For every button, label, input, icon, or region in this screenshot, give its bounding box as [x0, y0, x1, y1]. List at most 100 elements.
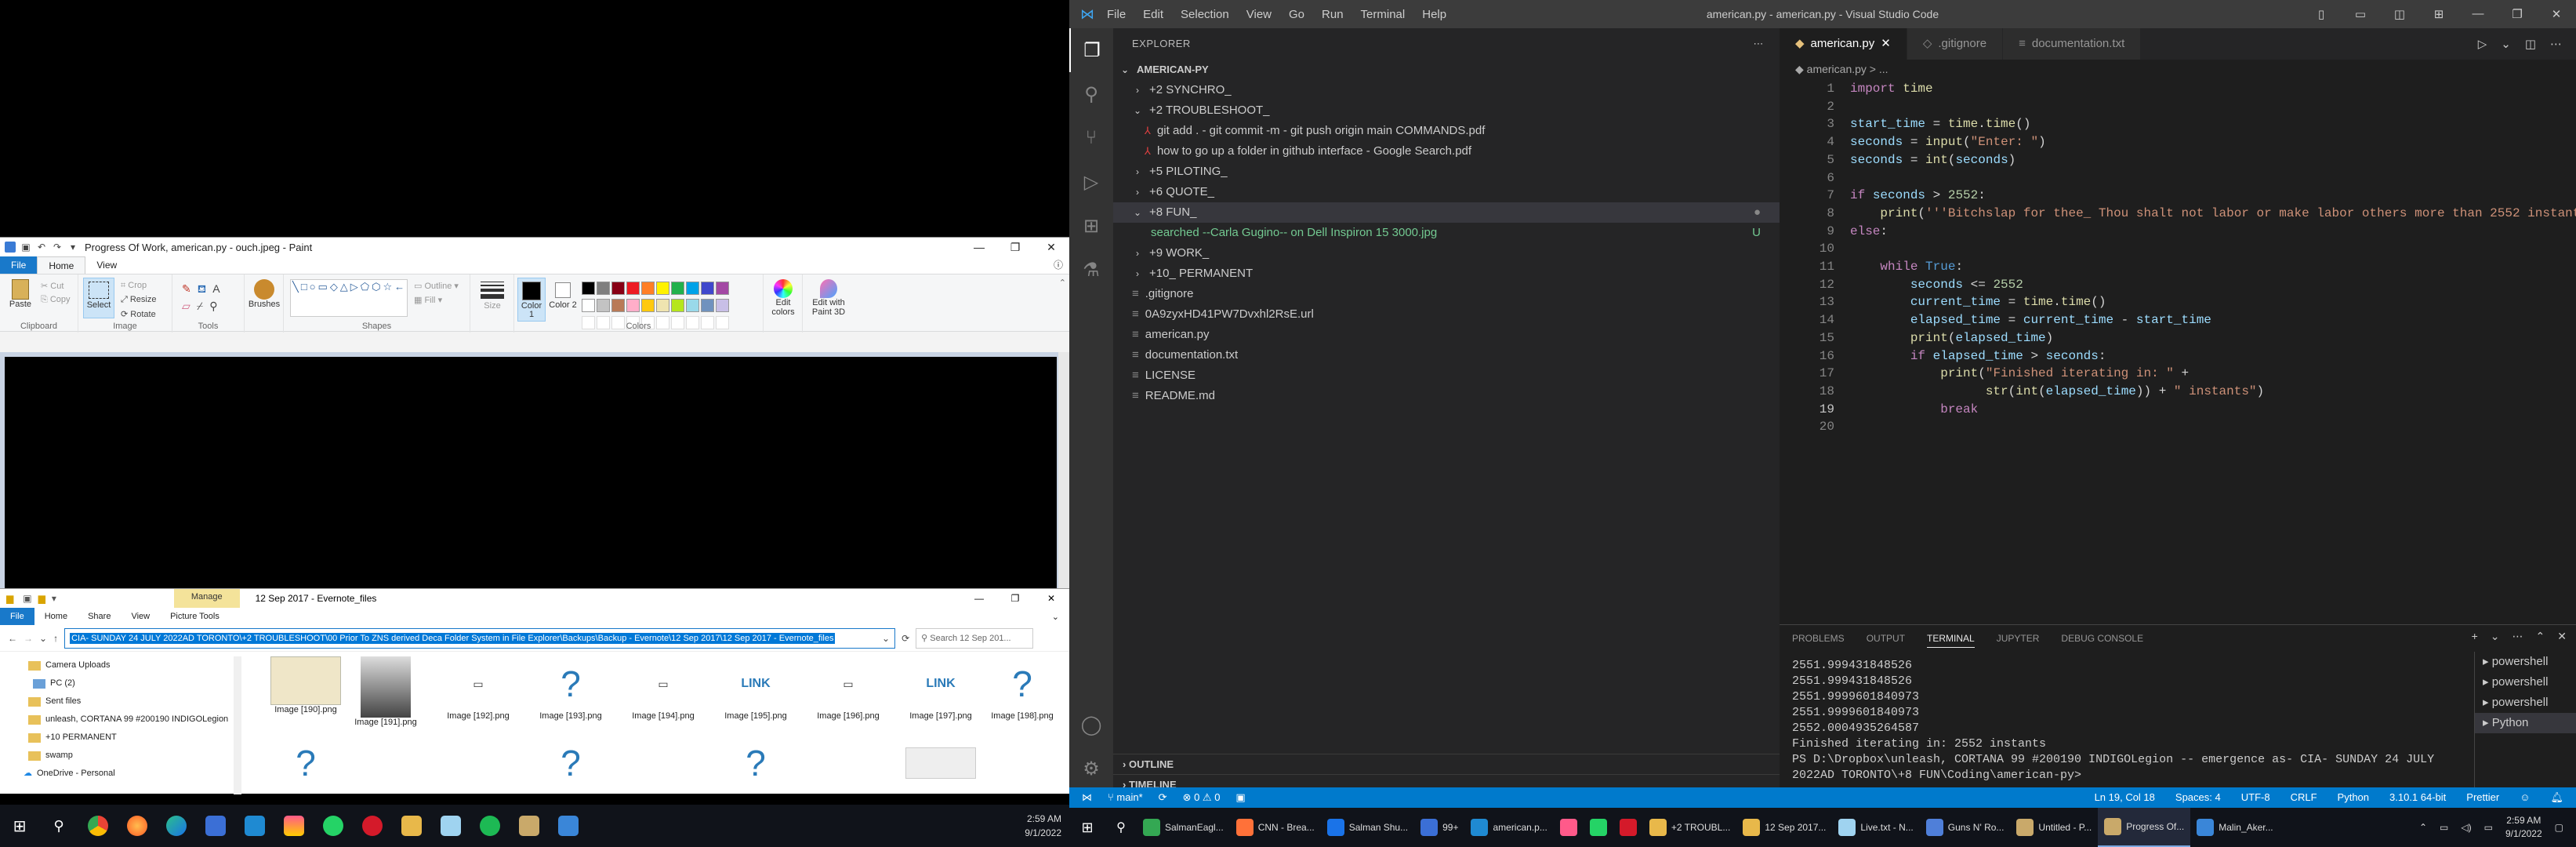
taskbar-window-button[interactable]: Untitled - P... [2010, 808, 2098, 847]
new-terminal-icon[interactable]: + [2472, 630, 2478, 643]
nav-scrollbar[interactable] [234, 656, 241, 794]
tab-home[interactable]: Home [34, 612, 78, 621]
terminal-instance[interactable]: ▸ powershell [2475, 672, 2576, 693]
more-actions-icon[interactable]: ⋯ [2513, 630, 2523, 643]
forward-icon[interactable]: → [24, 633, 33, 644]
close-button[interactable]: ✕ [1033, 241, 1069, 254]
taskbar-window-button[interactable] [1584, 808, 1613, 847]
palette-swatch[interactable] [626, 282, 640, 295]
code-line[interactable]: start_time = time.time() [1850, 115, 2030, 133]
pencil-icon[interactable]: ✎ [182, 282, 198, 295]
tab-view[interactable]: View [85, 256, 128, 274]
fill-dropdown[interactable]: ▦ Fill ▾ [414, 295, 442, 305]
palette-swatch[interactable] [671, 299, 684, 312]
color2-button[interactable]: Color 2 [549, 278, 577, 310]
nav-item-pc[interactable]: PC (2) [0, 674, 235, 693]
code-line[interactable]: print('''Bitchslap for thee_ Thou shalt … [1850, 205, 2576, 223]
code-line[interactable]: print("Finished iterating in: " + [1850, 365, 2189, 383]
cut-button[interactable]: ✂ Cut [41, 281, 63, 291]
code-line[interactable]: while True: [1850, 258, 1963, 276]
customize-layout-icon[interactable]: ⊞ [2419, 7, 2458, 21]
tree-item[interactable]: › +2 SYNCHRO_ [1113, 80, 1780, 100]
taskbar-window-button[interactable]: Guns N' Ro... [1920, 808, 2011, 847]
status-item[interactable]: Python [2338, 791, 2369, 804]
collapse-ribbon-icon[interactable]: ⌃ [1059, 278, 1066, 288]
tree-item[interactable]: ≡ LICENSE [1113, 365, 1780, 386]
code-line[interactable]: if seconds > 2552: [1850, 187, 1986, 205]
tab-file[interactable]: File [0, 608, 34, 625]
tree-item[interactable]: ⅄ how to go up a folder in github interfa… [1113, 141, 1780, 162]
tab-picture-tools[interactable]: Picture Tools [160, 612, 230, 621]
search-input[interactable]: ⚲ Search 12 Sep 201... [916, 627, 1034, 649]
color-picker-icon[interactable]: ⌿ [197, 300, 209, 312]
taskbar-window-button[interactable]: american.p... [1464, 808, 1553, 847]
new-folder-icon[interactable]: ▆ [32, 593, 45, 604]
address-bar[interactable]: CIA- SUNDAY 24 JULY 2022AD TORONTO\+2 TR… [64, 627, 896, 649]
more-actions-icon[interactable]: ⋯ [1754, 28, 1780, 60]
taskbar-window-button[interactable]: Progress Of... [2098, 808, 2191, 847]
refresh-icon[interactable]: ⟳ [902, 633, 909, 644]
chevron-down-icon[interactable]: ⌄ [2501, 37, 2511, 51]
live-share-icon[interactable]: ▣ [1235, 791, 1245, 804]
run-file-icon[interactable]: ▷ [2478, 37, 2487, 51]
code-line[interactable]: else: [1850, 223, 1888, 241]
address-dropdown-icon[interactable]: ⌄ [882, 633, 894, 644]
eraser-icon[interactable]: ▱ [182, 300, 197, 312]
taskbar-app[interactable] [274, 805, 314, 847]
palette-swatch[interactable] [641, 282, 655, 295]
code-line[interactable]: seconds = int(seconds) [1850, 151, 2015, 169]
taskbar-window-button[interactable] [1613, 808, 1643, 847]
palette-swatch[interactable] [686, 299, 699, 312]
terminal-instance[interactable]: ▸ powershell [2475, 652, 2576, 672]
menu-file[interactable]: File [1107, 8, 1126, 21]
taskbar-window-button[interactable]: Live.txt - N... [1832, 808, 1919, 847]
crop-button[interactable]: ⌗ Crop [121, 281, 147, 291]
chevron-down-icon[interactable]: ▾ [45, 593, 56, 604]
thumbnail-item[interactable]: Image [191].png [339, 656, 433, 727]
minimize-button[interactable]: — [2458, 7, 2498, 21]
explorer-icon[interactable]: ❐ [1069, 28, 1113, 72]
edit-with-paint3d-button[interactable]: Edit with Paint 3D [806, 279, 851, 317]
status-item[interactable]: 3.10.1 64-bit [2389, 791, 2446, 804]
menu-selection[interactable]: Selection [1181, 8, 1229, 21]
thumbnail-item[interactable]: ? [709, 743, 803, 783]
manage-tab[interactable]: Manage [173, 589, 240, 608]
nav-item-unleash[interactable]: unleash, CORTANA 99 #200190 INDIGOLegion [0, 711, 235, 729]
menu-edit[interactable]: Edit [1143, 8, 1163, 21]
save-icon[interactable]: ▣ [20, 242, 31, 253]
palette-swatch[interactable] [597, 299, 610, 312]
size-button[interactable]: Size [475, 279, 510, 311]
tree-item[interactable]: ⌄ +2 TROUBLESHOOT_ [1113, 100, 1780, 121]
expand-ribbon-icon[interactable]: ⌄ [1042, 612, 1069, 622]
settings-gear-icon[interactable]: ⚙ [1069, 747, 1113, 791]
git-branch[interactable]: ⑂ main* [1108, 791, 1143, 804]
tab-american-py[interactable]: ◆ american.py ✕ [1780, 28, 1907, 60]
start-button[interactable]: ⊞ [1069, 808, 1105, 847]
thumbnail-item[interactable]: ▭ Image [192].png [431, 656, 525, 722]
taskbar-firefox[interactable] [118, 805, 157, 847]
accounts-icon[interactable]: ◯ [1069, 703, 1113, 747]
taskbar-window-button[interactable] [1554, 808, 1584, 847]
outline-dropdown[interactable]: ▭ Outline ▾ [414, 281, 459, 291]
search-button[interactable]: ⚲ [1105, 808, 1137, 847]
testing-icon[interactable]: ⚗ [1069, 248, 1113, 292]
code-line[interactable]: seconds = input("Enter: ") [1850, 133, 2046, 151]
magnifier-icon[interactable]: ⚲ [209, 300, 223, 312]
close-button[interactable]: ✕ [1033, 593, 1069, 604]
split-editor-icon[interactable]: ◫ [2525, 37, 2536, 51]
panel-tab-debug-console[interactable]: DEBUG CONSOLE [2061, 633, 2143, 644]
maximize-button[interactable]: ❐ [997, 593, 1033, 604]
nav-item-onedrive[interactable]: ☁ OneDrive - Personal [0, 765, 235, 783]
redo-icon[interactable]: ↷ [52, 242, 63, 253]
code-line[interactable]: print(elapsed_time) [1850, 329, 2053, 347]
rotate-button[interactable]: ⟳ Rotate [121, 309, 156, 319]
code-line[interactable]: break [1850, 401, 1978, 419]
nav-item-swamp[interactable]: swamp [0, 747, 235, 765]
thumbnail-item[interactable]: ▭ Image [194].png [616, 656, 710, 722]
taskbar-opera[interactable] [353, 805, 392, 847]
palette-swatch[interactable] [686, 282, 699, 295]
run-debug-icon[interactable]: ▷ [1069, 160, 1113, 204]
maximize-panel-icon[interactable]: ⌃ [2536, 630, 2545, 643]
taskbar-spotify[interactable] [470, 805, 510, 847]
palette-swatch[interactable] [656, 282, 669, 295]
